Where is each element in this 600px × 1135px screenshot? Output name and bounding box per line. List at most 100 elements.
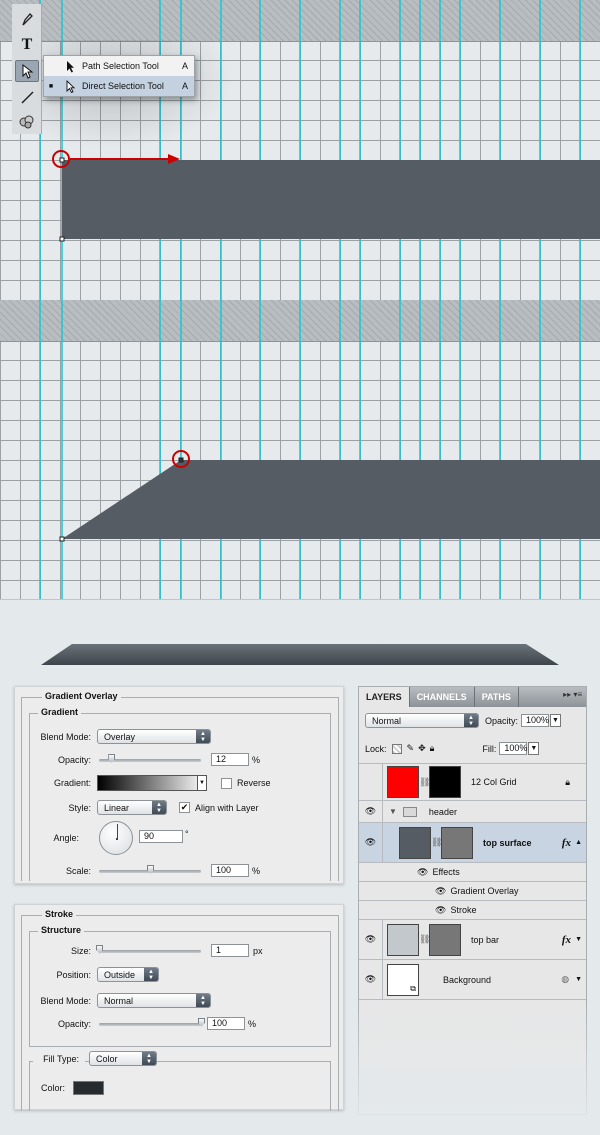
anchor-point[interactable] bbox=[59, 536, 65, 542]
stroke-title: Stroke bbox=[42, 909, 77, 919]
opacity-input[interactable]: 12 bbox=[211, 753, 249, 766]
layer-opacity-input[interactable]: 100% bbox=[521, 714, 549, 727]
color-row: Color: bbox=[33, 1081, 104, 1095]
expand-arrow-icon[interactable]: ▼ bbox=[575, 976, 582, 983]
lock-position-icon[interactable]: ✥ bbox=[418, 743, 426, 754]
disclosure-triangle-icon[interactable]: ▼ bbox=[389, 807, 397, 816]
effects-indent bbox=[359, 863, 383, 881]
gradient-picker[interactable]: ▼ bbox=[97, 775, 207, 791]
fill-type-value: Color bbox=[96, 1053, 118, 1064]
eye-icon[interactable]: 👁︎ bbox=[417, 867, 428, 878]
tools-panel: T bbox=[12, 4, 42, 134]
effect-row-stroke[interactable]: 👁︎ Stroke bbox=[359, 901, 586, 920]
flyout-item-path-selection[interactable]: Path Selection Tool A bbox=[44, 56, 194, 76]
layer-fill-input[interactable]: 100% bbox=[499, 742, 527, 755]
fx-icon[interactable]: fx bbox=[562, 934, 571, 946]
opacity-label: Opacity: bbox=[57, 754, 91, 765]
dropdown-arrow-icon[interactable]: ▼ bbox=[528, 742, 540, 755]
scale-input[interactable]: 100 bbox=[211, 864, 249, 877]
layer-thumbnail: ⧉ bbox=[387, 963, 419, 996]
angle-dial[interactable] bbox=[99, 821, 133, 855]
collapse-arrow-icon[interactable]: ▲ bbox=[575, 839, 582, 846]
tab-channels[interactable]: CHANNELS bbox=[410, 687, 475, 707]
tab-paths[interactable]: PATHS bbox=[475, 687, 519, 707]
gradient-overlay-panel: Gradient Overlay Gradient Blend Mode: Ov… bbox=[14, 686, 344, 884]
style-row: Style: Linear ▲ ▼ ✔ Align with Layer bbox=[33, 800, 259, 815]
custom-shape-icon[interactable] bbox=[15, 110, 39, 132]
angle-label: Angle: bbox=[53, 833, 79, 843]
layer-row-top-surface[interactable]: 👁︎ ⛓ top surface fx ▲ bbox=[359, 823, 586, 863]
visibility-toggle-empty[interactable] bbox=[359, 764, 383, 800]
selection-tool-flyout: Path Selection Tool A ■ Direct Selection… bbox=[43, 55, 195, 97]
fill-type-select[interactable]: Color ▲ ▼ bbox=[89, 1051, 157, 1066]
scale-label: Scale: bbox=[65, 865, 91, 876]
eye-icon[interactable]: 👁︎ bbox=[359, 823, 383, 862]
eye-icon[interactable]: 👁︎ bbox=[435, 886, 446, 897]
lock-image-icon[interactable]: ✎ bbox=[407, 743, 415, 754]
panel-menu-icon[interactable]: ▸▸ ▾≡ bbox=[563, 690, 582, 699]
stroke-opacity-row: Opacity: 100 % bbox=[33, 1017, 256, 1030]
align-with-layer-checkbox[interactable]: ✔ bbox=[179, 802, 190, 813]
style-select[interactable]: Linear ▲ ▼ bbox=[97, 800, 167, 815]
flyout-item-label: Path Selection Tool bbox=[82, 61, 159, 71]
opacity-slider[interactable] bbox=[99, 1017, 205, 1027]
blend-mode-select[interactable]: Normal ▲ ▼ bbox=[97, 993, 211, 1008]
line-icon[interactable] bbox=[15, 86, 39, 108]
style-value: Linear bbox=[104, 802, 130, 813]
flyout-item-direct-selection[interactable]: ■ Direct Selection Tool A bbox=[44, 76, 194, 96]
layer-row-grid[interactable]: ⛓ 12 Col Grid 🔒︎ bbox=[359, 763, 586, 801]
layer-blend-mode-select[interactable]: Normal ▲ ▼ bbox=[365, 713, 479, 728]
canvas-bottom bbox=[0, 300, 600, 600]
folder-icon bbox=[402, 806, 417, 817]
lock-transparency-icon[interactable] bbox=[391, 743, 402, 754]
effects-indent bbox=[359, 882, 383, 900]
size-input[interactable]: 1 bbox=[211, 944, 249, 957]
position-select[interactable]: Outside ▲ ▼ bbox=[97, 967, 159, 982]
angle-input[interactable]: 90 bbox=[139, 829, 183, 843]
pen-icon[interactable] bbox=[15, 8, 39, 30]
scale-slider[interactable] bbox=[99, 864, 201, 874]
dropdown-arrow-icon[interactable]: ▼ bbox=[550, 714, 561, 727]
type-icon[interactable]: T bbox=[15, 34, 39, 56]
expand-arrow-icon[interactable]: ▼ bbox=[575, 936, 582, 943]
anchor-point[interactable] bbox=[178, 457, 184, 463]
link-chain-icon: ⛓ bbox=[419, 934, 431, 944]
tab-layers[interactable]: LAYERS bbox=[359, 687, 410, 707]
effect-row-gradient-overlay[interactable]: 👁︎ Gradient Overlay bbox=[359, 882, 586, 901]
stroke-color-swatch[interactable] bbox=[73, 1081, 104, 1095]
size-slider[interactable] bbox=[96, 944, 201, 954]
blend-mode-select[interactable]: Overlay ▲ ▼ bbox=[97, 729, 211, 744]
blend-mode-value: Normal bbox=[104, 995, 134, 1006]
effects-indent bbox=[359, 901, 383, 919]
percent-sign: % bbox=[252, 754, 261, 765]
anchor-point[interactable] bbox=[59, 236, 65, 242]
effects-row[interactable]: 👁︎ Effects bbox=[359, 863, 586, 882]
reverse-label: Reverse bbox=[237, 778, 271, 788]
eye-icon[interactable]: 👁︎ bbox=[435, 905, 446, 916]
opacity-slider[interactable] bbox=[99, 753, 201, 763]
lock-all-icon[interactable]: 🔒︎ bbox=[430, 743, 435, 754]
opacity-input[interactable]: 100 bbox=[207, 1017, 245, 1030]
eye-icon[interactable]: 👁︎ bbox=[359, 801, 383, 822]
gradient-row: Gradient: ▼ Reverse bbox=[33, 775, 271, 791]
eye-icon[interactable]: 👁︎ bbox=[359, 920, 383, 959]
anchor-point[interactable] bbox=[59, 157, 65, 163]
fx-icon[interactable]: fx bbox=[562, 837, 571, 849]
angle-row: Angle: 90 ° bbox=[33, 821, 189, 855]
rectangle-shape[interactable] bbox=[62, 160, 600, 239]
layer-row-header-group[interactable]: 👁︎ ▼ header bbox=[359, 801, 586, 823]
bar-preview bbox=[41, 644, 559, 665]
direct-selection-icon[interactable] bbox=[15, 60, 39, 82]
eye-icon[interactable]: 👁︎ bbox=[359, 960, 383, 999]
percent-sign: % bbox=[252, 865, 261, 876]
updown-arrows-icon: ▲ ▼ bbox=[152, 801, 166, 814]
layer-name: top bar bbox=[471, 934, 500, 945]
reverse-checkbox[interactable] bbox=[221, 777, 232, 789]
preview-bar-shape bbox=[41, 644, 559, 665]
style-label: Style: bbox=[68, 802, 91, 813]
shape-layer-bottom[interactable] bbox=[0, 300, 600, 600]
layer-row-top-bar[interactable]: 👁︎ ⛓ top bar fx ▼ bbox=[359, 920, 586, 960]
layer-row-background[interactable]: 👁︎ ⧉ Background ◍ ▼ bbox=[359, 960, 586, 1000]
slanted-shape[interactable] bbox=[62, 460, 600, 539]
dropdown-arrow-icon[interactable]: ▼ bbox=[197, 775, 207, 791]
